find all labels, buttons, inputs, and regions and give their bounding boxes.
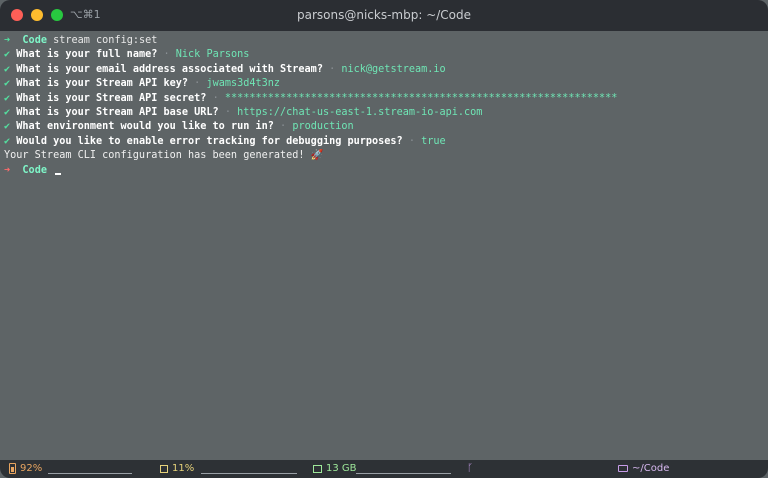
answer-text: https://chat-us-east-1.stream-io-api.com: [237, 106, 483, 118]
battery-sparkline: [48, 463, 132, 474]
memory-status: 13 GB: [313, 463, 357, 474]
terminal-window: ⌥⌘1 parsons@nicks-mbp: ~/Code ➜ Code str…: [0, 0, 768, 478]
git-branch-icon: ᚴ: [467, 463, 473, 474]
check-icon: ✔: [4, 49, 11, 61]
qa-line: ✔ What is your full name? · Nick Parsons: [4, 48, 764, 62]
memory-icon: [313, 464, 322, 473]
qa-line: ✔ Would you like to enable error trackin…: [4, 135, 764, 149]
separator: ·: [163, 49, 170, 61]
qa-line: ✔ What is your Stream API base URL? · ht…: [4, 106, 764, 120]
memory-used: 13 GB: [326, 463, 357, 474]
command-line: ➜ Code stream config:set: [4, 34, 764, 48]
cpu-status: 11%: [160, 463, 194, 474]
cpu-sparkline: [201, 463, 297, 474]
question-text: What is your Stream API key?: [16, 78, 189, 90]
active-prompt-line[interactable]: ➜ Code: [4, 164, 764, 178]
battery-percent: 92%: [20, 463, 43, 474]
cpu-icon: [160, 464, 168, 473]
separator: ·: [329, 63, 336, 75]
answer-text: production: [292, 121, 354, 133]
cpu-percent: 11%: [172, 463, 195, 474]
command-text: stream config:set: [53, 35, 158, 46]
check-icon: ✔: [4, 78, 11, 90]
prompt-arrow: ➜: [4, 164, 11, 176]
git-status: ᚴ: [467, 463, 473, 474]
prompt-directory: Code: [22, 164, 47, 176]
answer-text: true: [421, 135, 446, 147]
answer-text: jwams3d4t3nz: [206, 78, 281, 90]
qa-line: ✔ What is your Stream API secret? · ****…: [4, 92, 764, 106]
battery-status: 92%: [9, 463, 42, 474]
question-text: What is your full name?: [16, 49, 158, 61]
status-bar: 92% 11% 13 GB ᚴ ~/Code: [0, 460, 768, 478]
separator: ·: [212, 92, 219, 104]
answer-text: nick@getstream.io: [341, 63, 446, 75]
title-bar: ⌥⌘1 parsons@nicks-mbp: ~/Code: [0, 0, 768, 31]
result-message: Your Stream CLI configuration has been g…: [4, 150, 324, 162]
qa-line: ✔ What is your email address associated …: [4, 63, 764, 77]
qa-line: ✔ What environment would you like to run…: [4, 120, 764, 134]
check-icon: ✔: [4, 135, 11, 147]
current-path: ~/Code: [632, 463, 670, 474]
question-text: What is your Stream API secret?: [16, 92, 207, 104]
answer-text: Nick Parsons: [175, 49, 250, 61]
check-icon: ✔: [4, 106, 11, 118]
qa-line: ✔ What is your Stream API key? · jwams3d…: [4, 77, 764, 91]
prompt-directory: Code: [22, 35, 47, 46]
folder-icon: [618, 465, 628, 472]
separator: ·: [194, 78, 201, 90]
window-title: parsons@nicks-mbp: ~/Code: [296, 8, 472, 22]
prompt-arrow: ➜: [4, 35, 11, 46]
question-text: What is your Stream API base URL?: [16, 106, 219, 118]
question-text: What environment would you like to run i…: [16, 121, 274, 133]
separator: ·: [280, 121, 287, 133]
battery-icon: [9, 463, 16, 474]
path-status: ~/Code: [618, 463, 669, 474]
check-icon: ✔: [4, 121, 11, 133]
separator: ·: [224, 106, 231, 118]
text-cursor: [55, 172, 62, 175]
answer-text: ****************************************…: [224, 92, 618, 104]
check-icon: ✔: [4, 92, 11, 104]
memory-sparkline: [356, 463, 451, 474]
question-text: Would you like to enable error tracking …: [16, 135, 403, 147]
question-text: What is your email address associated wi…: [16, 63, 323, 75]
check-icon: ✔: [4, 63, 11, 75]
terminal-output[interactable]: ➜ Code stream config:set ✔ What is your …: [0, 31, 768, 460]
separator: ·: [408, 135, 415, 147]
